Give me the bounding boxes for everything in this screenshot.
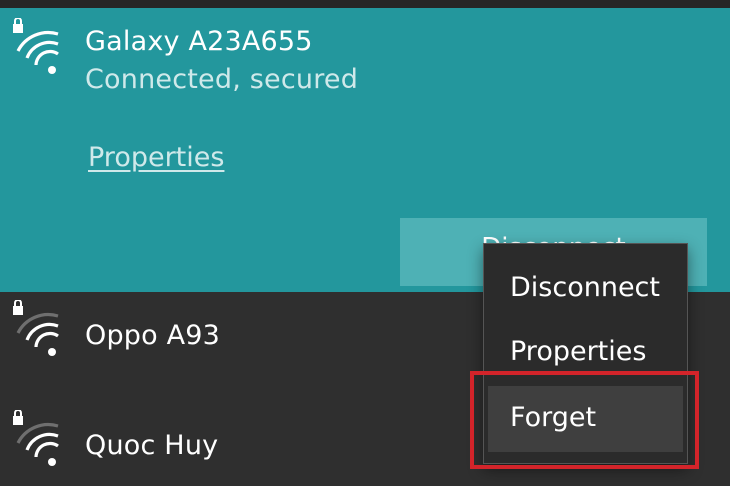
wifi-secured-icon [6,410,66,470]
network-name: Galaxy A23A655 [85,26,313,57]
properties-link[interactable]: Properties [88,142,224,173]
network-status: Connected, secured [85,64,359,95]
menu-item-disconnect[interactable]: Disconnect [484,256,687,320]
wifi-secured-icon [6,18,66,78]
top-edge [0,0,730,8]
menu-item-forget[interactable]: Forget [488,386,683,452]
network-name: Quoc Huy [85,430,219,461]
network-name: Oppo A93 [85,320,221,351]
context-menu: Disconnect Properties Forget [483,243,688,464]
menu-item-properties[interactable]: Properties [484,320,687,384]
wifi-secured-icon [6,300,66,360]
